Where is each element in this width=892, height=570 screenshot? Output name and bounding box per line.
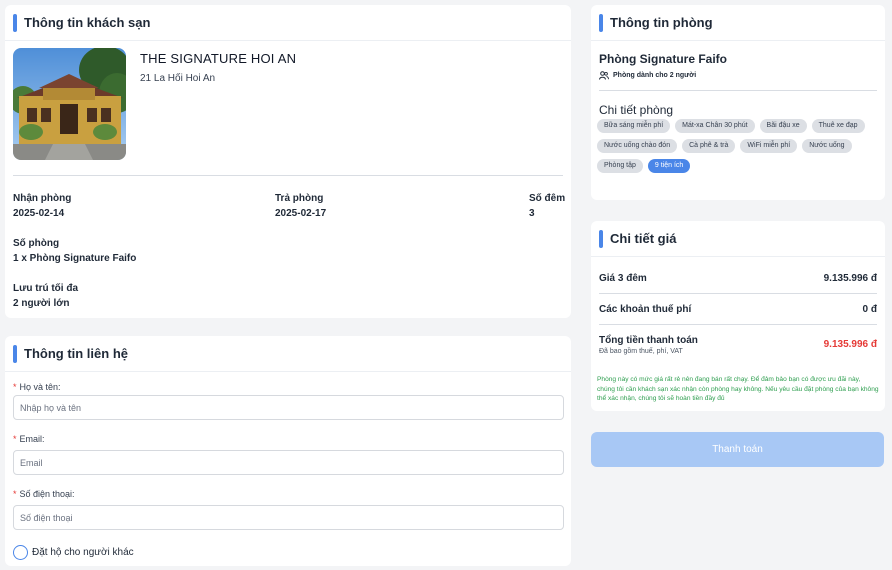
fullname-input[interactable] xyxy=(13,395,564,420)
email-input[interactable] xyxy=(13,450,564,475)
nights-price-label: Giá 3 đêm xyxy=(599,273,647,284)
room-name: Phòng Signature Faifo xyxy=(599,52,727,66)
section-accent-bar xyxy=(599,229,603,248)
rooms-label: Số phòng xyxy=(13,238,60,249)
total-value: 9.135.996 đ xyxy=(823,339,877,350)
hotel-info-card: Thông tin khách sạn THE SIGNATURE HOI AN… xyxy=(5,5,571,318)
fullname-label: * Họ và tên: xyxy=(13,382,61,392)
room-guests-text: Phòng dành cho 2 người xyxy=(613,72,697,79)
price-details-header: Chi tiết giá xyxy=(591,221,885,257)
price-details-title: Chi tiết giá xyxy=(610,231,677,246)
checkin-value: 2025-02-14 xyxy=(13,208,65,219)
book-for-other-checkbox[interactable] xyxy=(13,545,28,560)
users-icon xyxy=(599,71,609,80)
pay-button[interactable]: Thanh toán xyxy=(591,432,884,467)
hotel-info-title: Thông tin khách sạn xyxy=(24,15,151,30)
section-accent-bar xyxy=(599,13,603,32)
room-divider xyxy=(599,90,877,91)
amenity-tag: Nước uống xyxy=(802,139,852,153)
required-mark: * xyxy=(13,382,17,392)
nights-price-value: 9.135.996 đ xyxy=(823,273,877,284)
contact-info-title: Thông tin liên hệ xyxy=(24,346,128,361)
hotel-photo-illustration xyxy=(13,48,126,160)
phone-label-text: Số điện thoại: xyxy=(19,489,75,499)
checkout-label: Trả phòng xyxy=(275,193,324,204)
checkin-label: Nhận phòng xyxy=(13,193,72,204)
contact-info-card: Thông tin liên hệ *Họ và tên: *Email: *S… xyxy=(5,336,571,566)
rooms-value: 1 x Phòng Signature Faifo xyxy=(13,253,137,264)
hotel-photo xyxy=(13,48,126,160)
room-info-header: Thông tin phòng xyxy=(591,5,885,41)
email-label-text: Email: xyxy=(19,434,45,444)
price-details-card: Chi tiết giá Giá 3 đêm 9.135.996 đ Các k… xyxy=(591,221,885,411)
booking-notice: Phòng này có mức giá rất rẻ nên đang bán… xyxy=(597,376,879,402)
amenity-count-badge[interactable]: 9 tiện ích xyxy=(647,159,691,173)
max-stay-value: 2 người lớn xyxy=(13,298,70,309)
room-info-card: Thông tin phòng Phòng Signature Faifo Ph… xyxy=(591,5,885,200)
amenity-tags: Bữa sáng miễn phí Mát-xa Chân 30 phút Bã… xyxy=(597,119,881,179)
required-mark: * xyxy=(13,489,17,499)
checkout-value: 2025-02-17 xyxy=(275,208,327,219)
tax-row: Các khoản thuế phí 0 đ xyxy=(599,304,877,315)
amenity-tag: Cà phê & trà xyxy=(682,139,736,153)
hotel-name: THE SIGNATURE HOI AN xyxy=(140,51,297,66)
total-note: Đã bao gồm thuế, phí, VAT xyxy=(599,348,683,355)
hotel-divider xyxy=(13,175,563,176)
required-mark: * xyxy=(13,434,17,444)
room-info-title: Thông tin phòng xyxy=(610,15,713,30)
section-accent-bar xyxy=(13,13,17,32)
price-divider xyxy=(599,293,877,294)
price-divider xyxy=(599,324,877,325)
amenity-tag: Bữa sáng miễn phí xyxy=(597,119,671,133)
contact-info-header: Thông tin liên hệ xyxy=(5,336,571,372)
phone-label: * Số điện thoại: xyxy=(13,489,75,499)
max-stay-label: Lưu trú tối đa xyxy=(13,283,79,294)
room-details-title: Chi tiết phòng xyxy=(599,103,674,117)
amenity-tag: Phòng tập xyxy=(597,159,643,173)
amenity-tag: Mát-xa Chân 30 phút xyxy=(675,119,755,133)
hotel-address: 21 La Hối Hoi An xyxy=(140,73,216,84)
nights-label: Số đêm xyxy=(529,193,566,204)
hotel-info-header: Thông tin khách sạn xyxy=(5,5,571,41)
amenity-tag: Nước uống chào đón xyxy=(597,139,678,153)
tax-label: Các khoản thuế phí xyxy=(599,304,692,315)
email-label: * Email: xyxy=(13,434,45,444)
fullname-label-text: Họ và tên: xyxy=(19,382,61,392)
amenity-tag: Thuê xe đạp xyxy=(811,119,865,133)
room-guests: Phòng dành cho 2 người xyxy=(599,71,696,80)
section-accent-bar xyxy=(13,344,17,363)
tax-value: 0 đ xyxy=(862,304,877,315)
book-for-other-label[interactable]: Đặt hộ cho người khác xyxy=(32,547,134,558)
nights-price-row: Giá 3 đêm 9.135.996 đ xyxy=(599,273,877,284)
amenity-tag: Bãi đậu xe xyxy=(759,119,807,133)
amenity-tag: WiFi miễn phí xyxy=(740,139,798,153)
nights-value: 3 xyxy=(529,208,535,219)
phone-input[interactable] xyxy=(13,505,564,530)
